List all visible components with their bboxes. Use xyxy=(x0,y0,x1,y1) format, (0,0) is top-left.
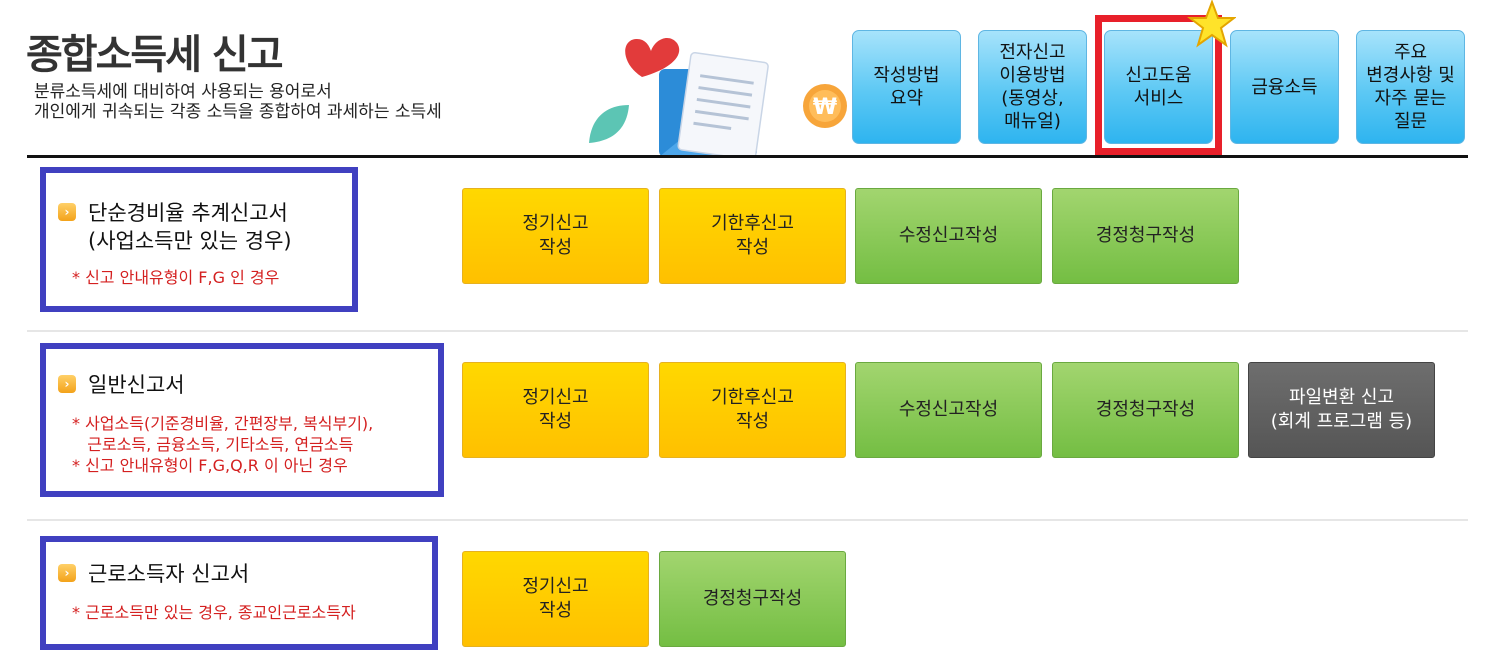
section-note: * 근로소득만 있는 경우, 종교인근로소득자 xyxy=(72,603,356,622)
section-divider xyxy=(27,519,1468,521)
leaf-icon xyxy=(589,105,629,143)
regular-filing-button[interactable]: 정기신고 작성 xyxy=(462,188,649,284)
chevron-right-icon: › xyxy=(58,564,76,582)
late-filing-button[interactable]: 기한후신고 작성 xyxy=(659,188,846,284)
chevron-right-icon: › xyxy=(58,375,76,393)
file-conversion-filing-button[interactable]: 파일변환 신고 (회계 프로그램 등) xyxy=(1248,362,1435,458)
chevron-right-icon: › xyxy=(58,203,76,221)
section-title: 근로소득자 신고서 xyxy=(88,562,250,586)
section-simple-expense-label: › 단순경비율 추계신고서 (사업소득만 있는 경우) * 신고 안내유형이 F… xyxy=(40,167,358,312)
correction-claim-button[interactable]: 경정청구작성 xyxy=(1052,362,1239,458)
section-title: 단순경비율 추계신고서 (사업소득만 있는 경우) xyxy=(88,201,292,253)
section-general-label: › 일반신고서 * 사업소득(기준경비율, 간편장부, 복식부기), 근로소득,… xyxy=(40,343,444,497)
writing-method-summary-button[interactable]: 작성방법 요약 xyxy=(852,30,961,144)
amended-filing-button[interactable]: 수정신고작성 xyxy=(855,188,1042,284)
correction-claim-button[interactable]: 경정청구작성 xyxy=(659,551,846,647)
regular-filing-button[interactable]: 정기신고 작성 xyxy=(462,551,649,647)
changes-faq-button[interactable]: 주요 변경사항 및 자주 묻는 질문 xyxy=(1356,30,1465,144)
subtitle-line-2: 개인에게 귀속되는 각종 소득을 종합하여 과세하는 소득세 xyxy=(34,102,442,122)
page-title: 종합소득세 신고 xyxy=(26,32,284,78)
amended-filing-button[interactable]: 수정신고작성 xyxy=(855,362,1042,458)
late-filing-button[interactable]: 기한후신고 작성 xyxy=(659,362,846,458)
regular-filing-button[interactable]: 정기신고 작성 xyxy=(462,362,649,458)
star-icon xyxy=(1187,0,1236,48)
financial-income-button[interactable]: 금융소득 xyxy=(1230,30,1339,144)
section-note: * 사업소득(기준경비율, 간편장부, 복식부기), 근로소득, 금융소득, 기… xyxy=(72,414,374,475)
section-title: 일반신고서 xyxy=(88,373,185,397)
subtitle-line-1: 분류소득세에 대비하여 사용되는 용어로서 xyxy=(34,82,332,102)
header-divider xyxy=(27,155,1468,158)
page-subtitle: 분류소득세에 대비하여 사용되는 용어로서 개인에게 귀속되는 각종 소득을 종… xyxy=(34,82,442,122)
document-icon xyxy=(677,51,769,157)
e-filing-guide-button[interactable]: 전자신고 이용방법 (동영상, 매뉴얼) xyxy=(978,30,1087,144)
correction-claim-button[interactable]: 경정청구작성 xyxy=(1052,188,1239,284)
section-divider xyxy=(27,330,1468,332)
won-symbol: ₩ xyxy=(813,95,837,120)
tax-illustration: ₩ xyxy=(589,37,847,157)
section-wage-earner-label: › 근로소득자 신고서 * 근로소득만 있는 경우, 종교인근로소득자 xyxy=(40,536,438,650)
section-note: * 신고 안내유형이 F,G 인 경우 xyxy=(72,268,280,287)
